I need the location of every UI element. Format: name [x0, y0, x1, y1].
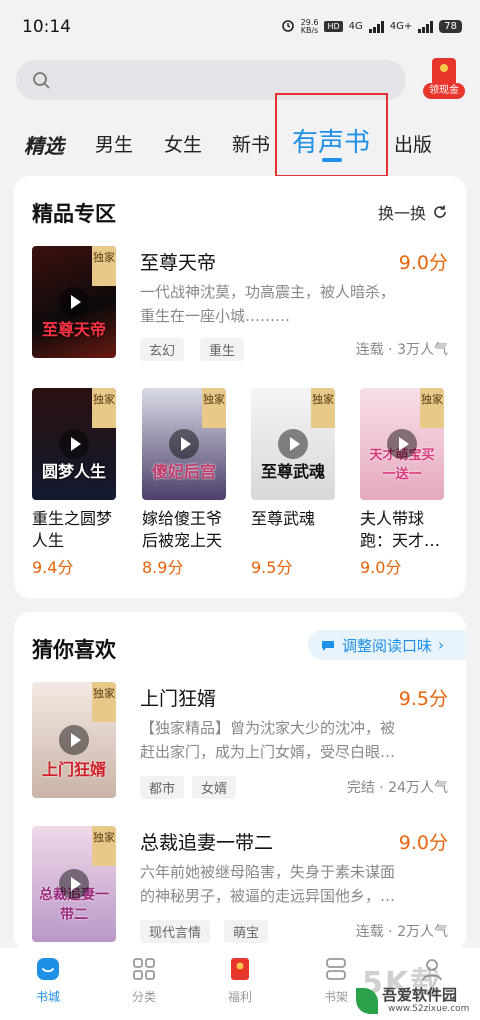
grid-book-score: 9.5分	[251, 558, 293, 577]
grid-book-title[interactable]: 嫁给傻王爷 后被宠上天	[142, 508, 232, 552]
tab-publishing[interactable]: 出版	[394, 130, 432, 157]
nav-category[interactable]: 分类	[104, 956, 184, 1005]
book-cover[interactable]: 上门狂婿 独家	[32, 682, 116, 798]
premium-section: 精品专区 换一换 至尊天帝 独家 至尊天帝 9.0分 一代战神沈莫，功高震主，被…	[14, 176, 466, 598]
recommend-section: 猜你喜欢 调整阅读口味 › 上门狂婿 独家 上门狂婿 9.5分 【独家精品】曾为…	[14, 612, 466, 952]
exclusive-badge: 独家	[92, 388, 116, 428]
grid-book-title[interactable]: 夫人带球 跑：天才…	[360, 508, 450, 552]
exclusive-badge: 独家	[92, 826, 116, 866]
nav-label: 分类	[131, 990, 156, 1004]
section-title: 猜你喜欢	[32, 638, 116, 662]
cover-title: 傻妃后宫	[151, 462, 216, 481]
cover-title: 至尊天帝	[41, 320, 106, 339]
section-title: 精品专区	[32, 202, 116, 226]
alarm-icon	[281, 18, 295, 35]
refresh-button[interactable]: 换一换	[378, 200, 448, 224]
category-tabs: 精选 男生 女生 新书 有声书 出版	[0, 110, 480, 174]
nav-label: 书城	[35, 990, 60, 1004]
site-watermark: 5K载 吾爱软件园 www.52zixue.com	[354, 958, 474, 1018]
watermark-brand: 吾爱软件园	[382, 986, 458, 1004]
book-cover[interactable]: 天才萌宝买一送一 独家	[360, 388, 444, 500]
play-icon[interactable]	[59, 287, 89, 317]
nav-welfare[interactable]: 福利	[200, 956, 280, 1005]
adjust-taste-button[interactable]: 调整阅读口味 ›	[308, 630, 466, 660]
book-title[interactable]: 总裁追妻一带二	[140, 828, 273, 855]
book-tag: 都市	[140, 776, 185, 799]
grid-book-score: 9.0分	[360, 558, 402, 577]
grid-book-title[interactable]: 重生之圆梦 人生	[32, 508, 122, 552]
cover-title: 上门狂婿	[41, 760, 106, 779]
book-tag: 现代言情	[140, 920, 211, 943]
status-time: 10:14	[22, 17, 71, 37]
signal-icon-2	[418, 20, 434, 33]
play-icon[interactable]	[387, 429, 417, 459]
book-cover[interactable]: 傻妃后宫 独家	[142, 388, 226, 500]
book-tag: 玄幻	[140, 338, 185, 361]
book-score: 9.0分	[398, 252, 448, 274]
taste-icon	[322, 641, 334, 651]
adjust-taste-label: 调整阅读口味	[342, 636, 433, 655]
tab-female[interactable]: 女生	[164, 130, 202, 157]
bookshelf-icon	[323, 956, 349, 982]
book-score: 9.5分	[398, 688, 448, 710]
battery-icon: 78	[439, 20, 462, 33]
cover-title: 至尊武魂	[260, 462, 325, 481]
book-cover[interactable]: 至尊天帝 独家	[32, 246, 116, 358]
book-description: 一代战神沈莫，功高震主，被人暗杀， 重生在一座小城………	[140, 283, 396, 325]
play-icon[interactable]	[59, 725, 89, 755]
highlight-box	[275, 93, 388, 177]
book-tag: 萌宝	[224, 920, 269, 943]
book-meta: 连载 · 3万人气	[355, 342, 448, 358]
book-description: 【独家精品】曾为沈家大少的沈冲，被 赶出家门，成为上门女婿，受尽白眼…	[140, 719, 396, 761]
book-cover[interactable]: 至尊武魂 独家	[251, 388, 335, 500]
red-packet-button[interactable]: 领现金	[420, 58, 468, 100]
grid-book-score: 8.9分	[142, 558, 184, 577]
exclusive-badge: 独家	[92, 246, 116, 286]
cover-title: 圆梦人生	[41, 462, 106, 481]
grid-icon	[131, 956, 157, 982]
tab-featured[interactable]: 精选	[24, 130, 64, 159]
grid-book-title[interactable]: 至尊武魂	[251, 508, 341, 530]
play-icon[interactable]	[278, 429, 308, 459]
book-title[interactable]: 上门狂婿	[140, 684, 216, 711]
nav-label: 福利	[227, 990, 252, 1004]
refresh-icon	[434, 205, 446, 218]
book-tag: 女婿	[192, 776, 237, 799]
book-meta: 完结 · 24万人气	[346, 780, 448, 796]
watermark-url: www.52zixue.com	[388, 1004, 470, 1014]
hd-badge: HD	[324, 21, 343, 32]
exclusive-badge: 独家	[202, 388, 226, 428]
status-bar: 10:14 29.6 KB/s HD 4G 4G+ 78	[0, 0, 480, 54]
search-icon	[33, 72, 50, 89]
play-icon[interactable]	[59, 429, 89, 459]
sim2-label: 4G+	[389, 21, 413, 32]
chevron-right-icon: ›	[438, 636, 445, 654]
exclusive-badge: 独家	[311, 388, 335, 428]
tab-new-books[interactable]: 新书	[232, 130, 270, 157]
signal-icon	[368, 20, 384, 33]
tab-male[interactable]: 男生	[95, 130, 133, 157]
book-tag: 重生	[200, 338, 245, 361]
book-description: 六年前她被继母陷害，失身于素未谋面 的神秘男子，被逼的走远异国他乡，…	[140, 863, 396, 905]
exclusive-badge: 独家	[92, 682, 116, 722]
play-icon[interactable]	[59, 869, 89, 899]
nav-bookstore[interactable]: 书城	[8, 956, 88, 1005]
red-envelope-icon	[227, 956, 253, 982]
play-icon[interactable]	[169, 429, 199, 459]
book-score: 9.0分	[398, 832, 448, 854]
book-meta: 连载 · 2万人气	[355, 924, 448, 940]
book-title[interactable]: 至尊天帝	[140, 248, 216, 275]
book-cover[interactable]: 圆梦人生 独家	[32, 388, 116, 500]
refresh-label: 换一换	[377, 204, 426, 223]
sim1-label: 4G	[348, 21, 363, 32]
net-speed: 29.6 KB/s	[300, 17, 319, 35]
red-packet-label: 领现金	[423, 83, 465, 99]
red-packet-icon	[432, 58, 456, 86]
status-icons: 29.6 KB/s HD 4G 4G+ 78	[281, 18, 462, 35]
nav-label: 书架	[323, 990, 348, 1004]
bookstore-icon	[35, 956, 61, 982]
exclusive-badge: 独家	[420, 388, 444, 428]
book-cover[interactable]: 总裁追妻一带二 独家	[32, 826, 116, 942]
grid-book-score: 9.4分	[32, 558, 74, 577]
